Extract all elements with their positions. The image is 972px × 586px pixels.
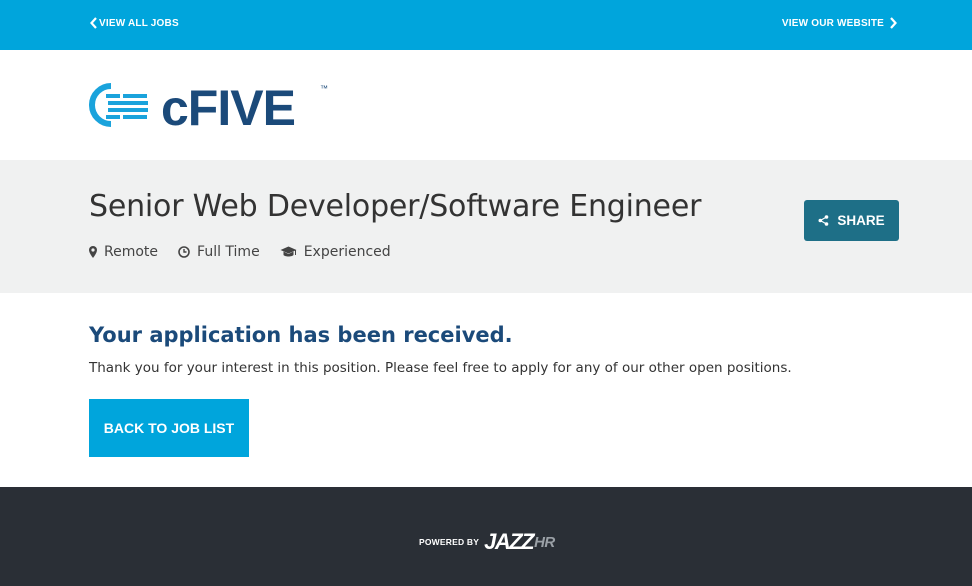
chevron-left-icon: [90, 17, 97, 29]
job-location: Remote: [89, 244, 158, 260]
footer: POWERED BY JAZZ HR: [0, 487, 972, 586]
job-type-text: Full Time: [197, 244, 260, 260]
job-type: Full Time: [178, 244, 260, 260]
powered-by-label: POWERED BY: [419, 537, 480, 547]
view-our-website-label: VIEW OUR WEBSITE: [781, 17, 884, 29]
share-button[interactable]: SHARE: [804, 200, 899, 241]
share-icon: [818, 215, 829, 226]
chevron-right-icon: [890, 17, 897, 29]
view-our-website-link[interactable]: VIEW OUR WEBSITE: [782, 17, 898, 29]
confirmation-title: Your application has been received.: [89, 323, 513, 347]
graduation-cap-icon: [280, 246, 297, 257]
job-meta: Remote Full Time Experienced: [89, 244, 411, 260]
job-header: Senior Web Developer/Software Engineer R…: [0, 160, 972, 293]
share-label: SHARE: [837, 213, 885, 228]
cfive-logo[interactable]: cFIVE ™: [89, 82, 339, 130]
cfive-logo-text: cFIVE: [161, 82, 295, 130]
jazzhr-logo-main: JAZZ: [484, 529, 535, 554]
jazzhr-logo-suffix: HR: [534, 533, 555, 551]
powered-by-jazzhr[interactable]: POWERED BY JAZZ HR: [419, 529, 555, 555]
confirmation-section: Your application has been received. Than…: [0, 293, 972, 487]
job-location-text: Remote: [104, 244, 159, 260]
confirmation-message: Thank you for your interest in this posi…: [89, 360, 792, 376]
back-to-job-list-button[interactable]: BACK TO JOB LIST: [89, 399, 249, 457]
view-all-jobs-label: VIEW ALL JOBS: [99, 17, 179, 29]
map-marker-icon: [89, 246, 97, 258]
top-nav-bar: VIEW ALL JOBS VIEW OUR WEBSITE: [0, 0, 972, 50]
clock-icon: [178, 246, 190, 258]
cfive-logo-icon: [89, 83, 148, 127]
trademark-mark: ™: [320, 84, 328, 93]
logo-area: cFIVE ™: [0, 50, 972, 160]
job-experience-text: Experienced: [303, 244, 391, 260]
view-all-jobs-link[interactable]: VIEW ALL JOBS: [89, 17, 179, 29]
job-experience: Experienced: [280, 244, 391, 260]
job-title: Senior Web Developer/Software Engineer: [89, 189, 702, 224]
